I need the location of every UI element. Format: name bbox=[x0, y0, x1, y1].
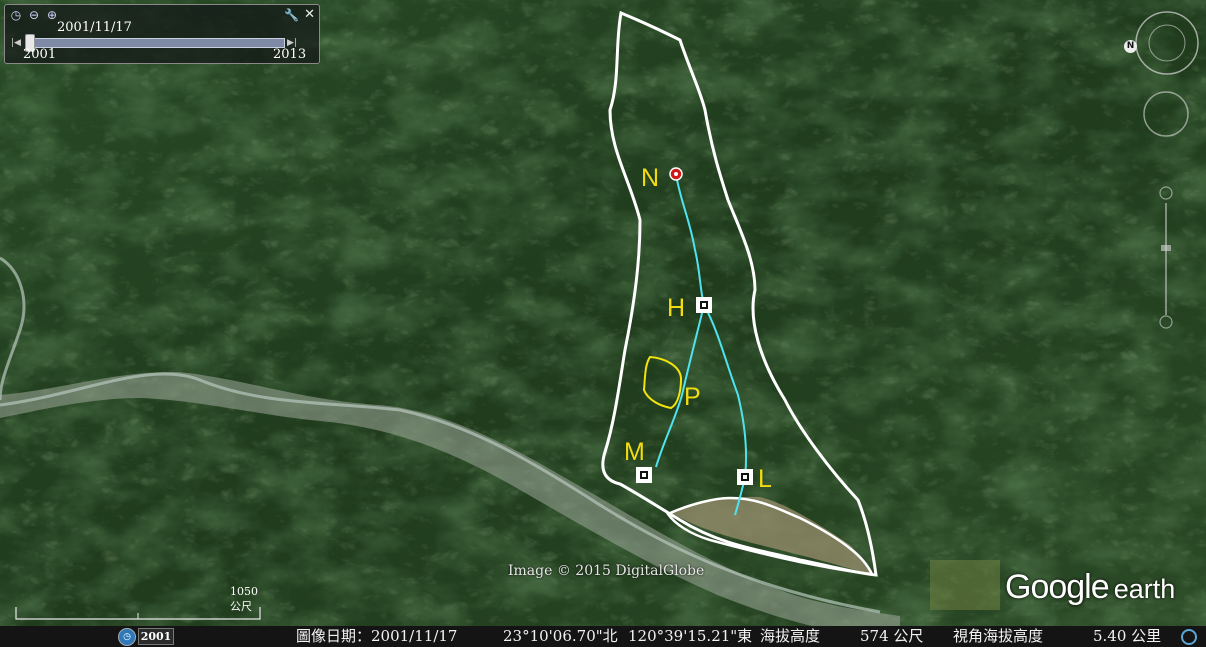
point-n-marker[interactable] bbox=[669, 167, 683, 181]
time-track[interactable] bbox=[27, 38, 285, 48]
compass-icon[interactable] bbox=[1134, 10, 1200, 76]
satellite-map[interactable]: N H P M L bbox=[0, 0, 1206, 647]
eye-altitude-label: 視角海拔高度 bbox=[953, 627, 1044, 645]
scale-bar: 1050 公尺 bbox=[14, 585, 264, 625]
zoom-out-icon[interactable]: ⊖ bbox=[27, 8, 41, 22]
wrench-icon[interactable]: 🔧 bbox=[284, 8, 299, 22]
label-l: L bbox=[758, 465, 772, 493]
look-joystick[interactable] bbox=[1142, 90, 1190, 138]
north-indicator[interactable]: N bbox=[1124, 40, 1137, 53]
logo-google-text: Google bbox=[1005, 568, 1110, 606]
eye-altitude-value: 5.40 公里 bbox=[1093, 627, 1162, 645]
history-button[interactable]: ◷ 2001 bbox=[118, 628, 178, 646]
point-l-marker[interactable] bbox=[737, 469, 753, 485]
label-m: M bbox=[624, 438, 645, 466]
end-year: 2013 bbox=[273, 47, 307, 62]
google-earth-logo: Google earth bbox=[1005, 568, 1175, 607]
zoom-slider[interactable] bbox=[1158, 185, 1174, 330]
point-m-marker[interactable] bbox=[636, 467, 652, 483]
historical-imagery-slider: ◷ ⊖ ⊕ 2001/11/17 |◀ ▶| 2001 2013 🔧 ✕ bbox=[4, 4, 320, 64]
streaming-indicator-icon bbox=[1181, 629, 1197, 645]
status-bar: ◷ 2001 圖像日期：2001/11/17 23°10'06.70"北 120… bbox=[0, 626, 1206, 647]
imagery-copyright: Image © 2015 DigitalGlobe bbox=[508, 563, 705, 579]
logo-earth-text: earth bbox=[1113, 574, 1176, 604]
elevation-value: 574 公尺 bbox=[860, 627, 924, 645]
label-h: H bbox=[667, 294, 685, 322]
label-p: P bbox=[684, 383, 701, 411]
point-h-marker[interactable] bbox=[696, 297, 712, 313]
clock-icon[interactable]: ◷ bbox=[9, 8, 23, 22]
previous-date-button[interactable]: |◀ bbox=[11, 38, 21, 48]
history-year: 2001 bbox=[138, 628, 174, 645]
fields bbox=[930, 560, 1000, 610]
longitude: 120°39'15.21"東 bbox=[628, 627, 753, 645]
close-icon[interactable]: ✕ bbox=[304, 7, 315, 22]
imagery-date: 圖像日期：2001/11/17 bbox=[296, 627, 458, 645]
history-icon: ◷ bbox=[118, 628, 136, 646]
terrain-ridges bbox=[0, 0, 1206, 647]
start-year: 2001 bbox=[23, 47, 57, 62]
elevation-label: 海拔高度 bbox=[760, 627, 821, 645]
current-date: 2001/11/17 bbox=[57, 20, 132, 35]
label-n: N bbox=[641, 164, 659, 192]
latitude: 23°10'06.70"北 bbox=[503, 627, 618, 645]
